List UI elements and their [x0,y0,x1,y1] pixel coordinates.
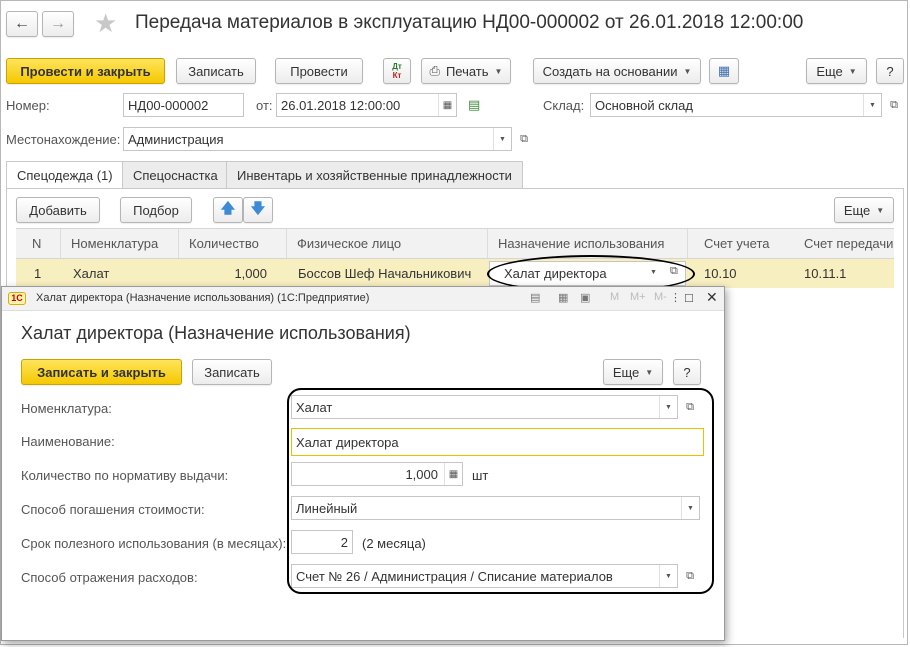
move-down-button[interactable]: 🡇 [243,197,273,223]
chevron-down-icon: ▼ [494,66,503,76]
arrow-right-icon: → [50,15,66,32]
memory-plus-button[interactable]: M+ [630,291,646,303]
column-header-account[interactable]: Счет учета [688,229,788,258]
column-header-quantity[interactable]: Количество [179,229,287,258]
warehouse-field[interactable]: Основной склад ▼ [590,93,882,117]
dialog-more-button[interactable]: Еще ▼ [603,359,663,385]
chevron-down-icon: ▼ [876,205,885,215]
calendar-icon[interactable]: ▦ [438,94,456,116]
cell-n: 1 [34,266,42,281]
print-button[interactable]: ⎙ Печать ▼ [421,58,511,84]
table-header: N Номенклатура Количество Физическое лиц… [16,228,894,259]
arrow-up-icon: 🡅 [220,200,236,216]
table-row[interactable]: 1 Халат 1,000 Боссов Шеф Начальникович Х… [16,259,894,288]
cell-person: Боссов Шеф Начальникович [298,266,472,281]
structure-button[interactable]: ▦ [709,58,739,84]
close-icon[interactable]: ✕ [706,289,718,306]
post-status-icon: ▤ [468,97,481,112]
dialog-more-label: Еще [612,364,640,380]
number-label: Номер: [6,98,50,113]
calculator-icon[interactable]: ▦ [558,291,568,304]
memory-minus-button[interactable]: M- [654,291,667,303]
more-label: Еще [816,63,843,79]
column-header-person[interactable]: Физическое лицо [287,229,488,258]
column-header-nomenclature[interactable]: Номенклатура [61,229,179,258]
page-title: Передача материалов в эксплуатацию НД00-… [135,12,804,33]
location-value: Администрация [128,131,224,147]
dt-label: Дт [392,62,402,71]
table-more-label: Еще [843,202,871,218]
tab-workwear[interactable]: Спецодежда (1) [6,161,124,189]
maximize-icon[interactable]: □ [685,290,693,305]
expense-label: Способ отражения расходов: [21,570,198,585]
highlight-box-fields [287,388,714,594]
more-button[interactable]: Еще ▼ [806,58,867,84]
cell-account: 10.10 [704,266,737,281]
number-field[interactable]: НД00-000002 [123,93,244,117]
warehouse-value: Основной склад [595,97,693,113]
term-label: Срок полезного использования (в месяцах)… [21,536,287,551]
star-icon[interactable]: ★ [94,8,117,38]
calendar-icon[interactable]: ▣ [580,291,590,304]
date-field[interactable]: 26.01.2018 12:00:00 ▦ [276,93,457,117]
menu-icon[interactable]: ⋮ [670,291,681,304]
kt-label: Кт [392,71,402,80]
cell-nomenclature: Халат [73,266,110,281]
select-button[interactable]: Подбор [120,197,192,223]
location-field[interactable]: Администрация ▼ [123,127,512,151]
print-label: Печать [445,63,489,79]
method-label: Способ погашения стоимости: [21,502,205,517]
create-based-label: Создать на основании [542,63,678,79]
tab-special-equipment[interactable]: Спецоснастка [122,161,229,188]
warehouse-label: Склад: [543,98,585,113]
app-logo-icon: 1С [8,292,26,305]
tab-inventory[interactable]: Инвентарь и хозяйственные принадлежности [226,161,523,188]
quantity-label: Количество по нормативу выдачи: [21,468,229,483]
arrow-down-icon: 🡇 [250,200,266,216]
chevron-down-icon: ▼ [848,66,857,76]
post-button[interactable]: Провести [275,58,363,84]
location-label: Местонахождение: [6,132,121,147]
create-based-on-button[interactable]: Создать на основании ▼ [533,58,701,84]
printer-icon: ⎙ [429,63,440,78]
help-button[interactable]: ? [876,58,904,84]
cell-transfer-account: 10.11.1 [804,266,847,281]
forward-button[interactable]: → [42,11,74,37]
dt-kt-button[interactable]: Дт Кт [383,58,411,84]
memory-m-button[interactable]: M [610,291,619,303]
name-label: Наименование: [21,434,115,449]
column-header-purpose[interactable]: Назначение использования [488,229,688,258]
date-value: 26.01.2018 12:00:00 [281,97,401,113]
chevron-down-icon: ▼ [683,66,692,76]
dialog-titlebar: 1С Халат директора (Назначение использов… [2,287,724,311]
dialog-heading: Халат директора (Назначение использовани… [21,323,411,343]
dialog-help-button[interactable]: ? [673,359,701,385]
dialog-window-title: Халат директора (Назначение использовани… [36,292,370,304]
nomenclature-label: Номенклатура: [21,401,112,416]
link-icon[interactable]: ▤ [530,291,540,304]
table-more-button[interactable]: Еще ▼ [834,197,894,223]
cell-quantity: 1,000 [234,266,267,281]
save-and-close-button[interactable]: Записать и закрыть [21,359,182,385]
add-button[interactable]: Добавить [16,197,100,223]
column-header-n[interactable]: N [16,229,61,258]
open-icon[interactable]: ⧉ [515,129,533,149]
back-button[interactable]: ← [6,11,38,37]
chevron-down-icon[interactable]: ▼ [493,128,511,150]
save-button[interactable]: Записать [176,58,256,84]
purpose-dialog: 1С Халат директора (Назначение использов… [1,286,725,641]
chevron-down-icon: ▼ [645,367,654,377]
chevron-down-icon[interactable]: ▼ [863,94,881,116]
column-header-transfer-account[interactable]: Счет передачи [788,229,894,258]
dialog-save-button[interactable]: Записать [192,359,272,385]
date-label: от: [256,98,273,113]
open-icon[interactable]: ⧉ [885,95,903,115]
hierarchy-icon: ▦ [717,63,731,78]
arrow-left-icon: ← [14,15,30,32]
post-and-close-button[interactable]: Провести и закрыть [6,58,165,84]
move-up-button[interactable]: 🡅 [213,197,243,223]
